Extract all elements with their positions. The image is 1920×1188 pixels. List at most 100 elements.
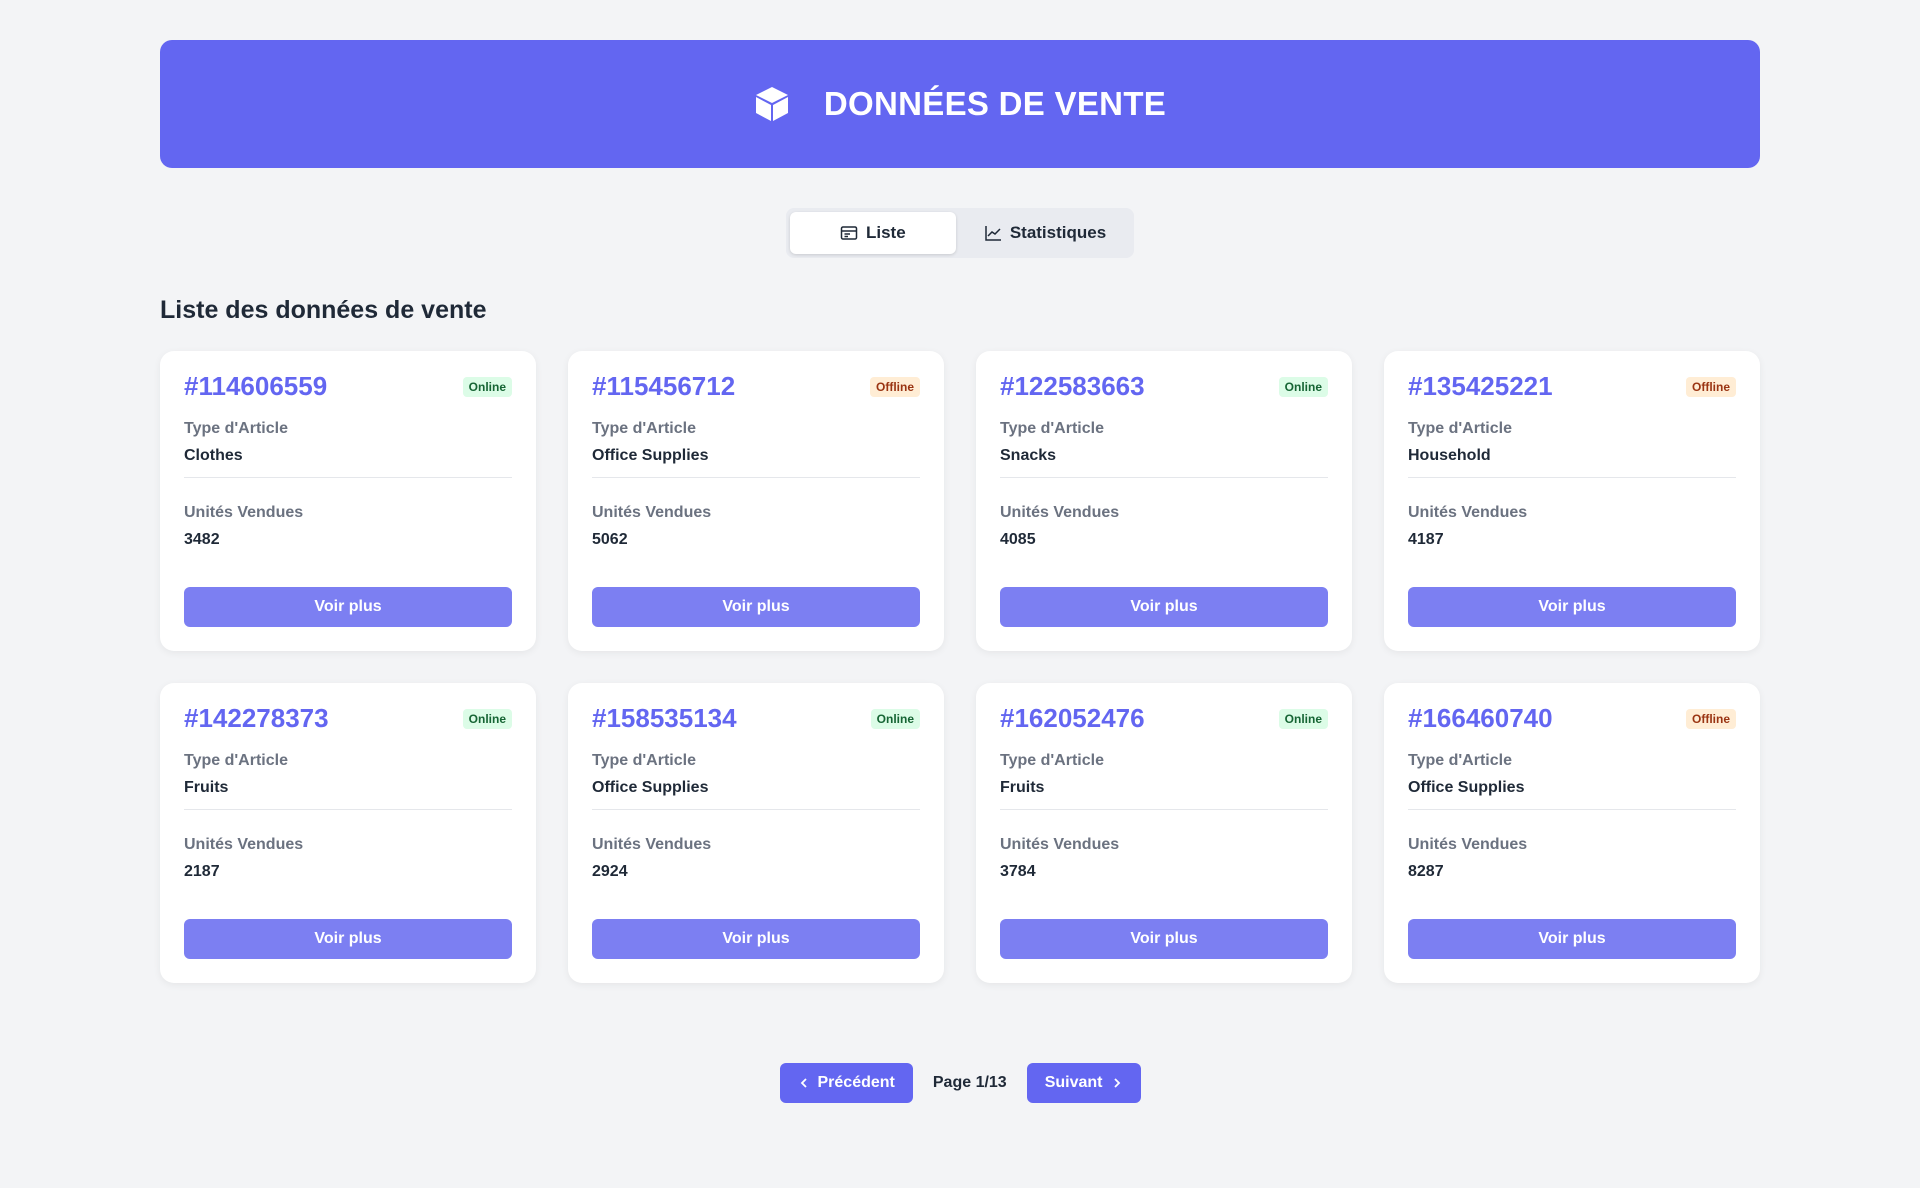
tab-statistiques[interactable]: Statistiques	[960, 212, 1130, 254]
previous-page-label: Précédent	[817, 1074, 895, 1091]
page-title: DONNÉES DE VENTE	[823, 85, 1167, 122]
item-type-value: Household	[1408, 447, 1491, 464]
units-sold-value: 2187	[184, 863, 220, 880]
next-page-label: Suivant	[1044, 1074, 1103, 1091]
view-more-button[interactable]: Voir plus	[1000, 919, 1328, 959]
units-sold-label: Unités Vendues	[1000, 504, 1120, 521]
units-sold-value: 3784	[1000, 863, 1036, 880]
units-sold-value: 5062	[592, 531, 628, 548]
units-sold-value: 4187	[1408, 531, 1444, 548]
sales-card: #135425221 Offline Type d'Article Househ…	[1384, 351, 1760, 651]
item-type-label: Type d'Article	[592, 420, 696, 437]
list-icon	[840, 224, 858, 242]
item-type-label: Type d'Article	[1408, 420, 1512, 437]
section-title: Liste des données de vente	[160, 296, 487, 324]
item-type-value: Office Supplies	[592, 447, 709, 464]
status-badge: Offline	[870, 376, 920, 397]
card-header: #114606559 Online	[184, 371, 512, 402]
view-tabs-wrapper: Liste Statistiques	[160, 208, 1760, 258]
page-indicator: Page 1/13	[932, 1074, 1007, 1091]
view-more-button[interactable]: Voir plus	[184, 587, 512, 627]
item-type-value: Fruits	[1000, 779, 1045, 796]
card-header: #162052476 Online	[1000, 703, 1328, 734]
chevron-right-icon	[1111, 1077, 1123, 1089]
card-divider	[1408, 477, 1736, 478]
units-sold-label: Unités Vendues	[184, 836, 304, 853]
tab-liste[interactable]: Liste	[789, 212, 956, 254]
status-badge: Online	[462, 376, 512, 397]
next-page-button[interactable]: Suivant	[1026, 1063, 1141, 1103]
order-id: #166460740	[1408, 703, 1553, 733]
item-type-value: Office Supplies	[592, 779, 709, 796]
app-container: DONNÉES DE VENTE Liste Statistiques List…	[160, 40, 1760, 1103]
status-badge: Online	[462, 708, 512, 729]
card-header: #166460740 Offline	[1408, 703, 1736, 734]
sales-card: #162052476 Online Type d'Article Fruits …	[976, 683, 1352, 983]
sales-card: #158535134 Online Type d'Article Office …	[568, 683, 944, 983]
card-divider	[1000, 477, 1328, 478]
item-type-value: Office Supplies	[1408, 779, 1525, 796]
sales-card-grid: #114606559 Online Type d'Article Clothes…	[160, 351, 1760, 983]
order-id: #135425221	[1408, 371, 1553, 401]
status-badge: Online	[870, 708, 920, 729]
units-sold-value: 8287	[1408, 863, 1444, 880]
units-sold-value: 2924	[592, 863, 628, 880]
view-more-button[interactable]: Voir plus	[1408, 587, 1736, 627]
item-type-label: Type d'Article	[184, 752, 288, 769]
status-badge: Offline	[1686, 708, 1736, 729]
view-more-button[interactable]: Voir plus	[592, 919, 920, 959]
item-type-label: Type d'Article	[184, 420, 288, 437]
card-divider	[1408, 809, 1736, 810]
status-badge: Online	[1278, 376, 1328, 397]
units-sold-label: Unités Vendues	[592, 836, 712, 853]
previous-page-button[interactable]: Précédent	[779, 1063, 913, 1103]
units-sold-label: Unités Vendues	[1408, 836, 1528, 853]
units-sold-label: Unités Vendues	[592, 504, 712, 521]
card-header: #122583663 Online	[1000, 371, 1328, 402]
units-sold-value: 4085	[1000, 531, 1036, 548]
item-type-label: Type d'Article	[1408, 752, 1512, 769]
cube-icon	[754, 85, 790, 123]
sales-card: #142278373 Online Type d'Article Fruits …	[160, 683, 536, 983]
order-id: #115456712	[592, 371, 736, 401]
view-tabs: Liste Statistiques	[785, 208, 1135, 258]
view-more-button[interactable]: Voir plus	[1408, 919, 1736, 959]
card-header: #158535134 Online	[592, 703, 920, 734]
order-id: #142278373	[184, 703, 329, 733]
chevron-left-icon	[798, 1077, 810, 1089]
sales-card: #114606559 Online Type d'Article Clothes…	[160, 351, 536, 651]
tab-statistiques-label: Statistiques	[1009, 223, 1107, 242]
card-divider	[592, 477, 920, 478]
order-id: #122583663	[1000, 371, 1145, 401]
item-type-value: Snacks	[1000, 447, 1057, 464]
card-header: #115456712 Offline	[592, 371, 920, 402]
card-divider	[592, 809, 920, 810]
units-sold-label: Unités Vendues	[184, 504, 304, 521]
units-sold-label: Unités Vendues	[1408, 504, 1528, 521]
sales-card: #115456712 Offline Type d'Article Office…	[568, 351, 944, 651]
order-id: #158535134	[592, 703, 737, 733]
item-type-label: Type d'Article	[592, 752, 696, 769]
view-more-button[interactable]: Voir plus	[1000, 587, 1328, 627]
view-more-button[interactable]: Voir plus	[184, 919, 512, 959]
card-header: #135425221 Offline	[1408, 371, 1736, 402]
card-divider	[184, 477, 512, 478]
order-id: #162052476	[1000, 703, 1145, 733]
card-divider	[1000, 809, 1328, 810]
card-header: #142278373 Online	[184, 703, 512, 734]
item-type-label: Type d'Article	[1000, 420, 1104, 437]
status-badge: Offline	[1686, 376, 1736, 397]
units-sold-value: 3482	[184, 531, 220, 548]
status-badge: Online	[1278, 708, 1328, 729]
sales-card: #166460740 Offline Type d'Article Office…	[1384, 683, 1760, 983]
page-header: DONNÉES DE VENTE	[160, 40, 1760, 168]
order-id: #114606559	[184, 371, 328, 401]
tab-liste-label: Liste	[865, 223, 906, 242]
view-more-button[interactable]: Voir plus	[592, 587, 920, 627]
sales-card: #122583663 Online Type d'Article Snacks …	[976, 351, 1352, 651]
card-divider	[184, 809, 512, 810]
units-sold-label: Unités Vendues	[1000, 836, 1120, 853]
pagination: Précédent Page 1/13 Suivant	[160, 1063, 1760, 1103]
item-type-label: Type d'Article	[1000, 752, 1104, 769]
item-type-value: Clothes	[184, 447, 243, 464]
